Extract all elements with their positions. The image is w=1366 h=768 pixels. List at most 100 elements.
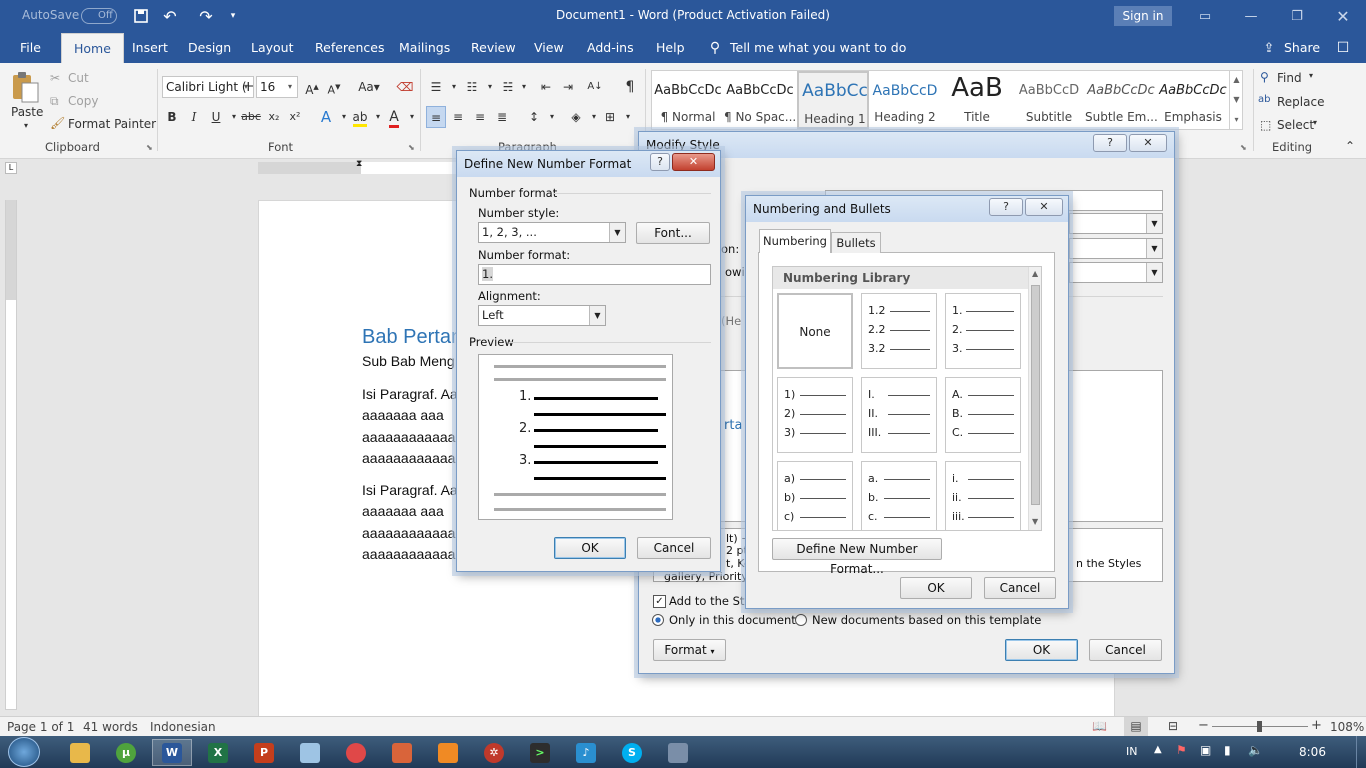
style-heading-2[interactable]: AaBbCcD Heading 2	[869, 71, 941, 129]
styles-scroll[interactable]: ▲ ▼ ▾	[1229, 70, 1243, 130]
comments-icon[interactable]: ☐	[1334, 39, 1352, 57]
autosave-toggle[interactable]: Off	[81, 8, 117, 24]
tab-help[interactable]: Help	[656, 33, 685, 63]
italic-icon[interactable]: I	[184, 106, 204, 128]
restore-icon[interactable]: ❐	[1274, 0, 1320, 33]
select-button[interactable]: Select	[1277, 118, 1314, 132]
numbering-library-scrollbar[interactable]: ▲ ▼	[1028, 267, 1041, 530]
find-dropdown-icon[interactable]: ▾	[1309, 71, 1313, 80]
define-new-number-format-button[interactable]: Define New Number Format...	[772, 538, 942, 576]
tab-add-ins[interactable]: Add-ins	[587, 33, 634, 63]
control-panel-icon[interactable]	[658, 739, 698, 766]
skype-icon[interactable]: S	[612, 739, 652, 766]
copy-button[interactable]: Copy	[68, 94, 98, 108]
tray-flag-icon[interactable]: ⚑	[1176, 743, 1187, 757]
style-normal[interactable]: AaBbCcDc ¶ Normal	[652, 71, 724, 129]
font-name-combo[interactable]: Calibri Light (H ▾	[162, 76, 254, 98]
clock[interactable]: 8:06	[1299, 745, 1326, 759]
ribbon-display-icon[interactable]: ▭	[1182, 0, 1228, 33]
modify-style-cancel-button[interactable]: Cancel	[1089, 639, 1162, 661]
numbering-cell-upper-roman[interactable]: I. II. III.	[861, 377, 937, 453]
word-taskbar-icon[interactable]: W	[152, 739, 192, 766]
justify-icon[interactable]: ≣	[492, 106, 512, 128]
tray-expand-icon[interactable]: ▲	[1154, 744, 1162, 755]
align-center-icon[interactable]: ≡	[448, 106, 468, 128]
explorer-icon[interactable]	[60, 739, 100, 766]
line-spacing-icon[interactable]: ↕	[524, 106, 544, 128]
style-following-select[interactable]: ▼	[1069, 262, 1163, 283]
clipboard-launcher-icon[interactable]: ⬊	[146, 143, 153, 152]
numbering-dropdown-icon[interactable]: ▾	[480, 76, 500, 98]
clear-formatting-icon[interactable]: ⌫	[395, 76, 415, 98]
bullets-dropdown-icon[interactable]: ▾	[444, 76, 464, 98]
select-dropdown-icon[interactable]: ▾	[1313, 118, 1317, 127]
numbering-cell-decimal-outline[interactable]: 1.2 2.2 3.2	[861, 293, 937, 369]
numbering-cancel-button[interactable]: Cancel	[984, 577, 1056, 599]
format-menu-button[interactable]: Format ▾	[653, 639, 726, 661]
font-size-combo[interactable]: 16 ▾	[256, 76, 298, 98]
add-to-styles-checkbox[interactable]: ✓	[653, 595, 666, 608]
bold-icon[interactable]: B	[162, 106, 182, 128]
define-format-help-icon[interactable]: ?	[650, 153, 670, 171]
redo-icon[interactable]: ↷	[196, 6, 216, 26]
line-spacing-dropdown-icon[interactable]: ▾	[542, 106, 562, 128]
scroll-thumb[interactable]	[1031, 285, 1040, 505]
align-left-icon[interactable]: ≡	[426, 106, 446, 128]
numbering-help-icon[interactable]: ?	[989, 198, 1023, 216]
music-icon[interactable]: ♪	[566, 739, 606, 766]
tab-references[interactable]: References	[315, 33, 384, 63]
style-type-select[interactable]: ▼	[1069, 213, 1163, 234]
number-style-select[interactable]: 1, 2, 3, ... ▼	[478, 222, 626, 243]
settings-app-icon[interactable]: ✲	[474, 739, 514, 766]
style-no-spacing[interactable]: AaBbCcDc ¶ No Spac...	[724, 71, 796, 129]
show-desktop-button[interactable]	[1356, 736, 1366, 768]
font-select-fragment[interactable]: (He	[721, 314, 741, 328]
tray-volume-icon[interactable]: 🔈	[1248, 743, 1263, 757]
zoom-thumb[interactable]	[1257, 721, 1262, 732]
indent-marker-icon[interactable]: ⧗	[356, 159, 362, 169]
format-painter-button[interactable]: Format Painter	[68, 117, 156, 131]
share-button[interactable]: Share	[1284, 33, 1320, 63]
undo-icon[interactable]: ↶	[160, 6, 180, 26]
paste-button[interactable]: Paste	[11, 105, 43, 119]
minimize-icon[interactable]: —	[1228, 0, 1274, 33]
tell-me-search[interactable]: Tell me what you want to do	[730, 33, 906, 63]
paste-icon[interactable]	[10, 71, 40, 103]
increase-indent-icon[interactable]: ⇥	[558, 76, 578, 98]
number-format-input[interactable]: 1.	[478, 264, 711, 285]
tray-network-icon[interactable]: ▣	[1200, 743, 1211, 757]
scroll-up-icon[interactable]: ▲	[1032, 269, 1038, 278]
cut-button[interactable]: Cut	[68, 71, 89, 85]
tab-mailings[interactable]: Mailings	[399, 33, 450, 63]
bullets-icon[interactable]: ☰	[426, 76, 446, 98]
numbering-cell-decimal-paren[interactable]: 1) 2) 3)	[777, 377, 853, 453]
style-subtitle[interactable]: AaBbCcD Subtitle	[1013, 71, 1085, 129]
numbering-cell-upper-alpha[interactable]: A. B. C.	[945, 377, 1021, 453]
strikethrough-icon[interactable]: abc	[240, 106, 262, 128]
page-count[interactable]: Page 1 of 1	[7, 720, 74, 734]
notepad-icon[interactable]	[290, 739, 330, 766]
numbering-cell-lower-roman[interactable]: i. ii. iii.	[945, 461, 1021, 530]
multilevel-dropdown-icon[interactable]: ▾	[514, 76, 534, 98]
close-icon[interactable]: ✕	[1320, 0, 1366, 33]
shading-icon[interactable]: ◈	[566, 106, 586, 128]
modify-style-close-icon[interactable]: ✕	[1129, 134, 1167, 152]
language[interactable]: Indonesian	[150, 720, 216, 734]
utorrent-icon[interactable]: µ	[106, 739, 146, 766]
save-icon[interactable]	[133, 7, 149, 25]
define-format-cancel-button[interactable]: Cancel	[637, 537, 711, 559]
tab-selector-icon[interactable]: L	[5, 162, 17, 174]
replace-button[interactable]: Replace	[1277, 95, 1324, 109]
find-button[interactable]: Find	[1277, 71, 1302, 85]
tab-view[interactable]: View	[534, 33, 564, 63]
underline-icon[interactable]: U	[206, 106, 226, 128]
new-docs-radio[interactable]	[795, 614, 807, 626]
style-heading-1[interactable]: AaBbCc Heading 1	[797, 71, 869, 129]
print-layout-icon[interactable]: ▤	[1124, 717, 1148, 736]
numbering-cell-lower-alpha-dot[interactable]: a. b. c.	[861, 461, 937, 530]
align-right-icon[interactable]: ≡	[470, 106, 490, 128]
terminal-icon[interactable]: >	[520, 739, 560, 766]
numbering-none[interactable]: None	[777, 293, 853, 369]
subscript-icon[interactable]: x₂	[264, 106, 284, 128]
change-case-icon[interactable]: Aa▾	[354, 76, 384, 98]
